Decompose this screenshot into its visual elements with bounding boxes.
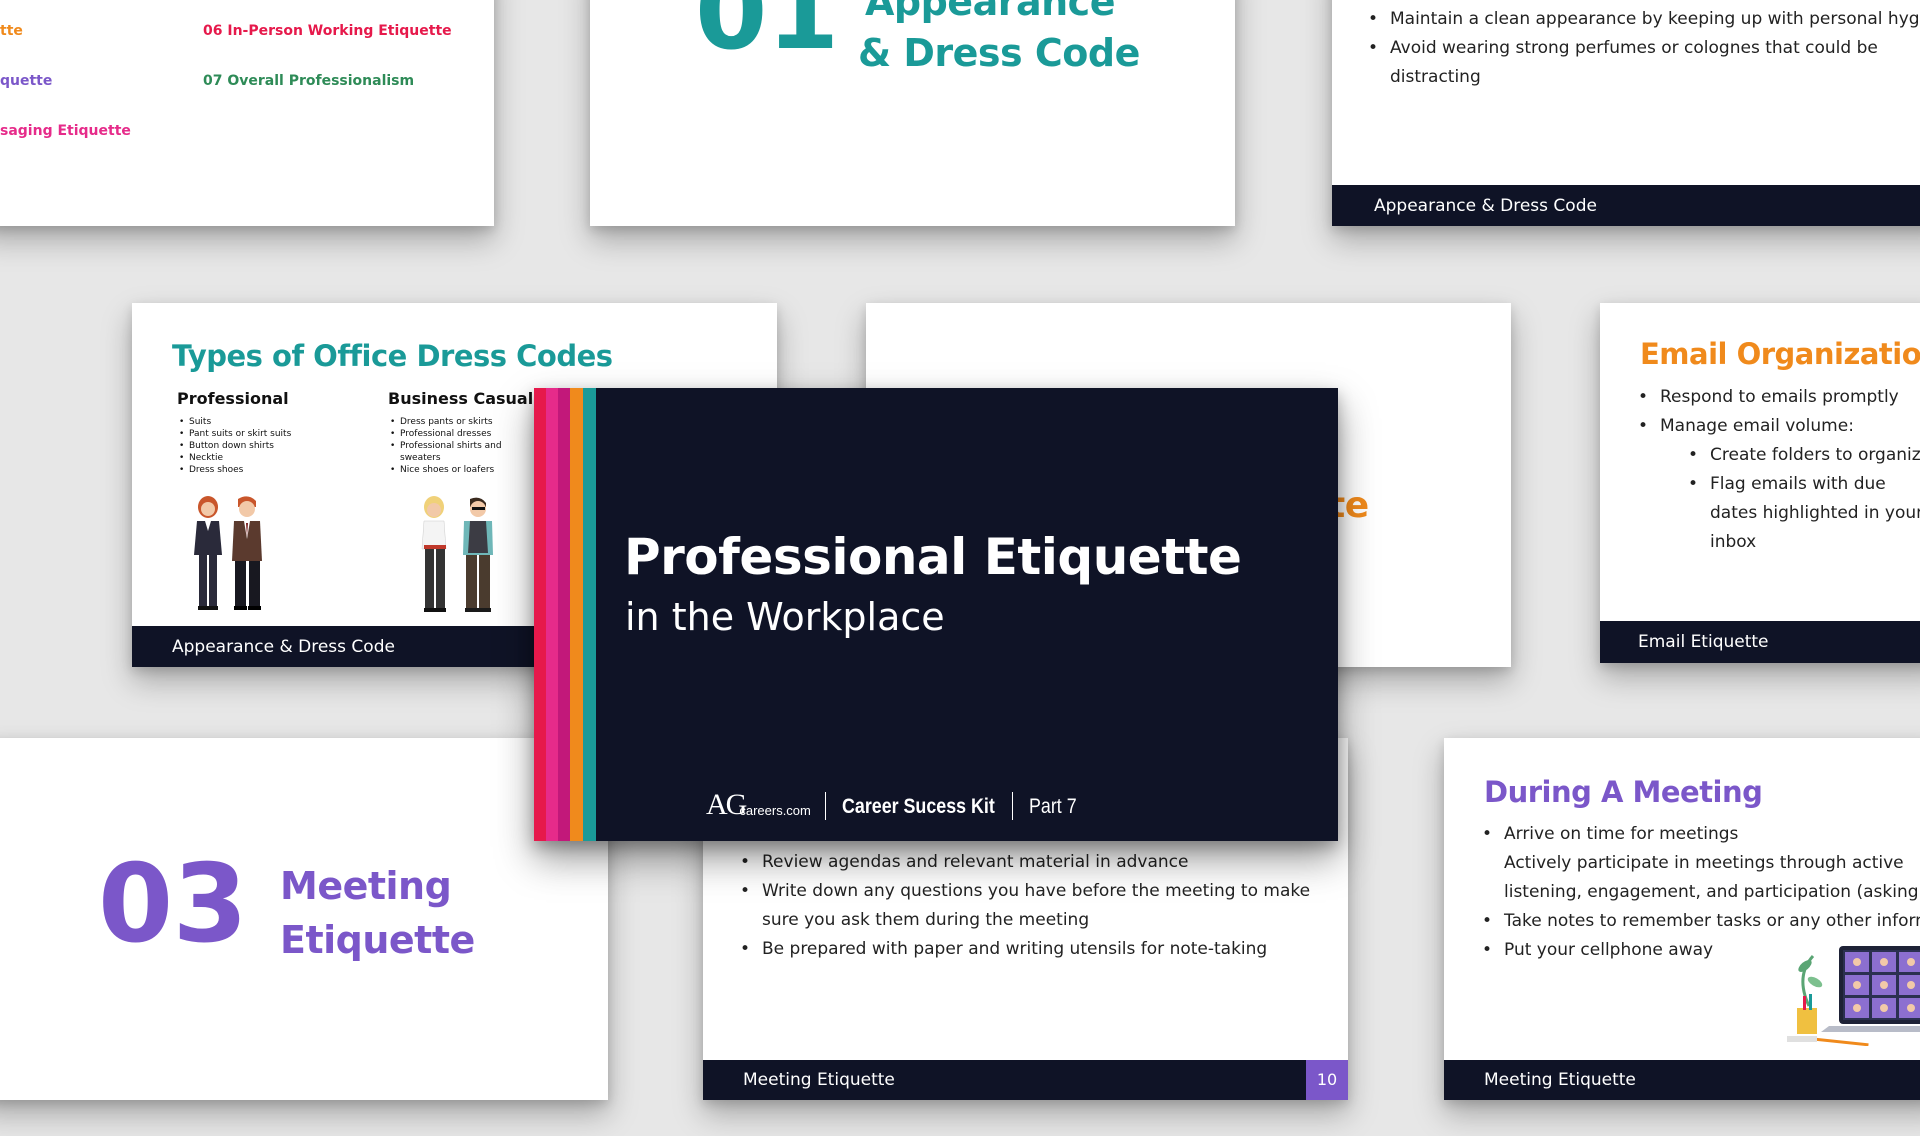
slide-section-01[interactable]: 01 Appearance & Dress Code xyxy=(590,0,1235,226)
footer-label: Meeting Etiquette xyxy=(743,1070,895,1090)
divider xyxy=(1011,792,1013,820)
during-bullet: Take notes to remember tasks or any othe… xyxy=(1482,907,1920,936)
slide-cover[interactable]: Professional Etiquette in the Workplace … xyxy=(534,388,1338,841)
section-title-line1: Appearance xyxy=(865,0,1115,24)
business-casual-people-illustration xyxy=(421,496,493,612)
slide-email-organization[interactable]: Email Organization Respond to emails pro… xyxy=(1600,303,1920,663)
slide-during-meeting[interactable]: During A Meeting Arrive on time for meet… xyxy=(1444,738,1920,1100)
section-title-line2: & Dress Code xyxy=(858,31,1140,75)
col-professional: Professional Suits Pant suits or skirt s… xyxy=(177,389,377,476)
dress-list: Suits Pant suits or skirt suits Button d… xyxy=(177,416,377,476)
col-heading: Professional xyxy=(177,389,289,408)
prep-bullets: Review agendas and relevant material in … xyxy=(740,848,1322,964)
footer-label: Appearance & Dress Code xyxy=(172,636,395,657)
section-title-line1: Meeting xyxy=(280,864,452,908)
email-bullet: Respond to emails promptly xyxy=(1638,383,1899,412)
hygiene-bullet: Maintain a clean appearance by keeping u… xyxy=(1368,5,1920,34)
toc-item[interactable]: tte xyxy=(0,23,23,39)
footer-label: Appearance & Dress Code xyxy=(1374,195,1597,216)
dress-item: Dress shoes xyxy=(179,464,377,476)
video-call-illustration xyxy=(1787,946,1920,1046)
dress-item: Suits xyxy=(179,416,377,428)
slide-hygiene[interactable]: Maintain a clean appearance by keeping u… xyxy=(1332,0,1920,226)
slide-section-03[interactable]: 03 Meeting Etiquette xyxy=(0,738,608,1100)
email-sub-bullets: Create folders to organize Flag emails w… xyxy=(1688,441,1920,557)
email-sub-bullet: Flag emails with due dates highlighted i… xyxy=(1688,470,1920,557)
slide-footer: Email Etiquette xyxy=(1600,621,1920,663)
dress-item: Nice shoes or loafers xyxy=(390,464,538,476)
color-stripes xyxy=(534,388,596,841)
stripe xyxy=(570,388,583,841)
dress-item: Professional dresses xyxy=(390,428,538,440)
dress-list: Dress pants or skirts Professional dress… xyxy=(388,416,538,476)
prep-bullet: Be prepared with paper and writing utens… xyxy=(740,935,1322,964)
cover-subtitle: in the Workplace xyxy=(625,595,945,639)
stripe xyxy=(534,388,546,841)
section-number: 03 xyxy=(98,842,248,967)
section-title-line2: Etiquette xyxy=(280,918,475,962)
dress-item: Dress pants or skirts xyxy=(390,416,538,428)
slide-footer: Meeting Etiquette xyxy=(1444,1060,1920,1100)
col-heading: Business Casual xyxy=(388,389,534,408)
email-bullet: Manage email volume: xyxy=(1638,412,1899,441)
during-bullet: Actively participate in meetings through… xyxy=(1504,849,1920,907)
during-bullet: Arrive on time for meetings xyxy=(1482,820,1920,849)
toc-item[interactable]: saging Etiquette xyxy=(0,123,131,139)
hygiene-bullets: Maintain a clean appearance by keeping u… xyxy=(1368,5,1920,92)
hygiene-bullet: Avoid wearing strong perfumes or cologne… xyxy=(1368,34,1880,92)
dress-item: Necktie xyxy=(179,452,377,464)
dress-item: Professional shirts and sweaters xyxy=(390,440,538,464)
toc-item-professionalism[interactable]: 07 Overall Professionalism xyxy=(203,73,414,89)
slide-table-of-contents[interactable]: tte 06 In-Person Working Etiquette quett… xyxy=(0,0,494,226)
toc-item-in-person[interactable]: 06 In-Person Working Etiquette xyxy=(203,23,452,39)
toc-item[interactable]: quette xyxy=(0,73,52,89)
dress-item: Pant suits or skirt suits xyxy=(179,428,377,440)
professional-people-illustration xyxy=(194,496,262,610)
dress-item: Button down shirts xyxy=(179,440,377,452)
slide-title: During A Meeting xyxy=(1484,775,1763,809)
col-business-casual: Business Casual Dress pants or skirts Pr… xyxy=(388,389,538,476)
cover-title: Professional Etiquette xyxy=(624,528,1242,586)
page-number-badge: 10 xyxy=(1306,1060,1348,1100)
kit-label: Career Sucess Kit xyxy=(841,795,995,818)
slide-title: Email Organization xyxy=(1640,337,1920,371)
email-sub-bullet: Create folders to organize xyxy=(1688,441,1920,470)
divider xyxy=(824,792,826,820)
stripe xyxy=(583,388,596,841)
slide-footer: Appearance & Dress Code xyxy=(1332,185,1920,226)
stripe xyxy=(558,388,570,841)
stripe xyxy=(546,388,558,841)
footer-label: Meeting Etiquette xyxy=(1484,1070,1636,1090)
email-bullets: Respond to emails promptly Manage email … xyxy=(1638,383,1899,441)
footer-label: Email Etiquette xyxy=(1638,632,1769,652)
cover-branding: AG careers.com Career Sucess Kit Part 7 xyxy=(706,786,1085,820)
prep-bullet: Review agendas and relevant material in … xyxy=(740,848,1322,877)
section-number: 01 xyxy=(695,0,839,73)
logo-domain: careers.com xyxy=(739,803,811,818)
slide-footer: Meeting Etiquette 10 xyxy=(703,1060,1348,1100)
part-label: Part 7 xyxy=(1028,795,1077,818)
slide-title: Types of Office Dress Codes xyxy=(172,339,613,373)
prep-bullet: Write down any questions you have before… xyxy=(740,877,1322,935)
